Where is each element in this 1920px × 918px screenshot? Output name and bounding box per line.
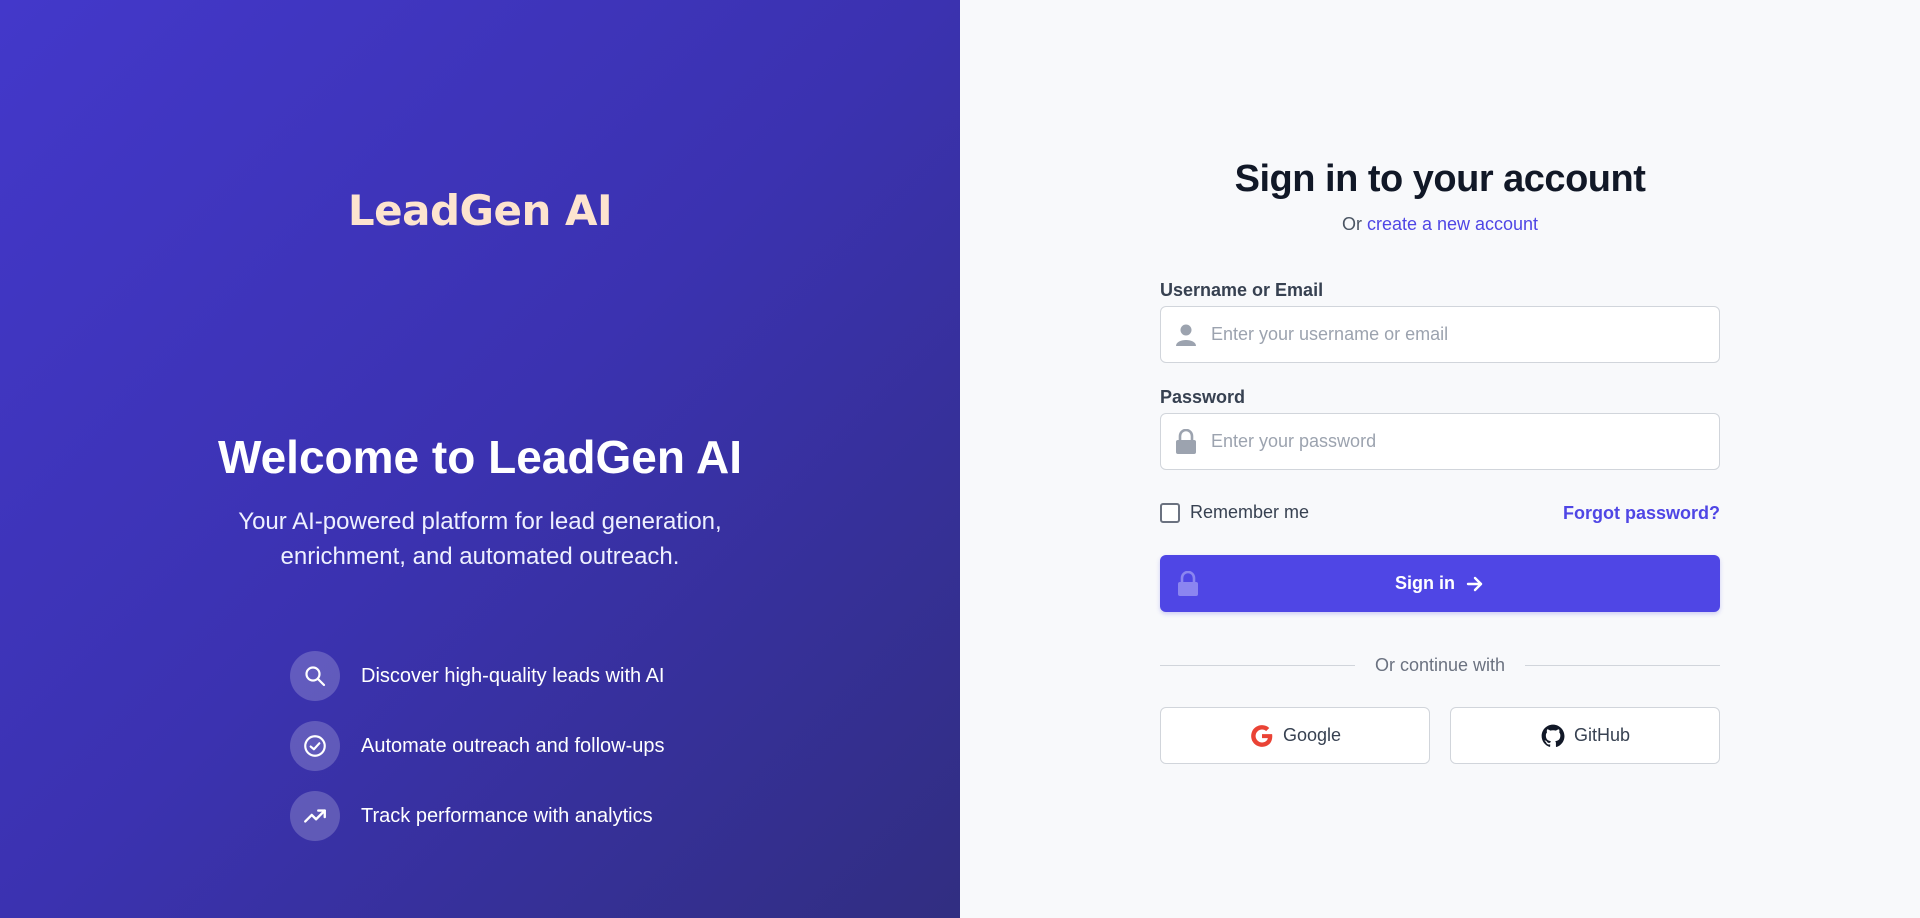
feature-item: Discover high-quality leads with AI [290, 651, 665, 701]
divider-text: Or continue with [1374, 654, 1506, 675]
google-button[interactable]: Google [1160, 707, 1430, 764]
username-label: Username or Email [1160, 280, 1324, 300]
remember-me[interactable]: Remember me [1160, 502, 1309, 523]
sign-in-button[interactable]: Sign in [1160, 555, 1720, 612]
trending-up-icon [290, 791, 340, 841]
feature-text: Automate outreach and follow-ups [361, 734, 665, 757]
google-icon [1249, 723, 1275, 749]
alt-prefix: Or [1341, 214, 1362, 234]
username-field[interactable] [1160, 306, 1720, 363]
user-icon [1161, 323, 1211, 347]
feature-text: Track performance with analytics [361, 804, 653, 827]
brand-panel: LeadGen AI Welcome to LeadGen AI Your AI… [0, 0, 960, 918]
username-input[interactable] [1211, 324, 1719, 345]
remember-label: Remember me [1190, 502, 1310, 522]
create-account-prompt: Or create a new account [1160, 214, 1720, 235]
feature-item: Automate outreach and follow-ups [290, 721, 665, 771]
github-label: GitHub [1573, 725, 1631, 745]
password-input[interactable] [1211, 431, 1719, 452]
form-title: Sign in to your account [1234, 158, 1646, 200]
github-button[interactable]: GitHub [1450, 707, 1720, 764]
password-label: Password [1160, 387, 1246, 407]
welcome-title: Welcome to LeadGen AI [218, 431, 742, 483]
signin-panel: Sign in to your account Or create a new … [960, 0, 1920, 918]
feature-list: Discover high-quality leads with AI Auto… [290, 651, 665, 861]
search-icon [290, 651, 340, 701]
arrow-right-icon [1465, 574, 1485, 594]
feature-item: Track performance with analytics [290, 791, 665, 841]
create-account-link[interactable]: create a new account [1367, 214, 1538, 234]
check-circle-icon [290, 721, 340, 771]
github-icon [1540, 723, 1566, 749]
welcome-subtitle: Your AI-powered platform for lead genera… [238, 508, 722, 570]
remember-checkbox[interactable] [1160, 502, 1180, 523]
logo: LeadGen AI [347, 186, 613, 235]
forgot-password-link[interactable]: Forgot password? [1563, 503, 1720, 524]
divider: Or continue with [1160, 655, 1720, 675]
feature-text: Discover high-quality leads with AI [361, 664, 665, 687]
sign-in-label: Sign in [1395, 573, 1455, 593]
lock-icon [1176, 570, 1200, 600]
lock-icon [1161, 428, 1211, 455]
password-field[interactable] [1160, 413, 1720, 470]
google-label: Google [1282, 725, 1342, 745]
